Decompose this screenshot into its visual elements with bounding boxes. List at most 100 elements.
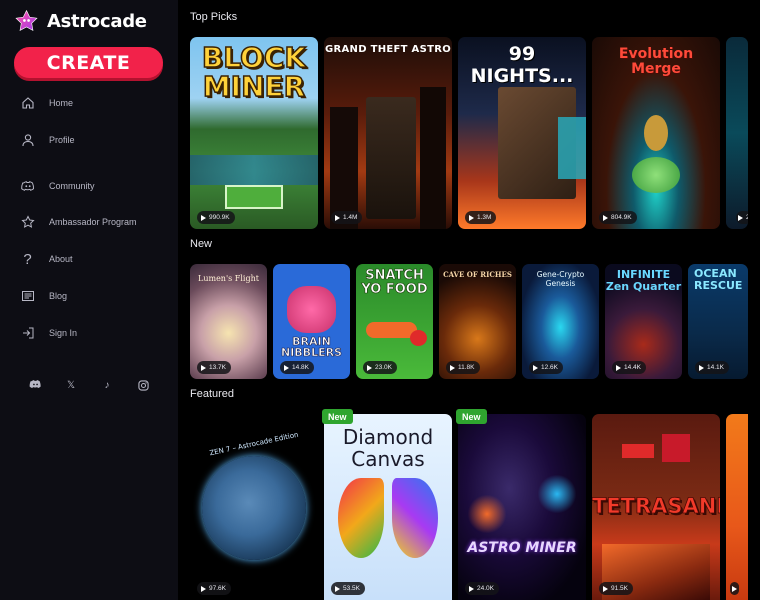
brand-name: Astrocade (47, 11, 147, 32)
play-icon (533, 364, 538, 371)
game-card-99-nights[interactable]: 99 NIGHTS... 1.3M (458, 37, 586, 229)
game-card-block-miner[interactable]: BLOCK MINER 990.9K (190, 37, 318, 229)
create-button[interactable]: CREATE (14, 47, 163, 78)
play-count: 1.4M (343, 214, 358, 221)
brain-art (287, 286, 336, 333)
game-card-infinite-zen-quarter[interactable]: INFINITE Zen Quarter 14.4K (605, 264, 682, 379)
play-count-badge: 53.5K (331, 582, 365, 595)
nav-home-label: Home (49, 98, 74, 108)
game-title: Gene-Crypto Genesis (536, 270, 585, 288)
game-thumbnail (726, 37, 748, 229)
game-card-diamond-canvas[interactable]: Diamond Canvas 53.5K (324, 414, 452, 600)
play-count-badge: 23.0K (363, 361, 397, 374)
play-count: 12.6K (541, 364, 558, 371)
game-title: SNATCH YO FOOD (361, 268, 428, 297)
nav-sign-in-label: Sign In (49, 328, 78, 338)
game-title: Lumen's Flight (198, 274, 259, 283)
play-icon (335, 214, 340, 221)
game-card-grand-theft-astro[interactable]: GRAND THEFT ASTRO 1.4M (324, 37, 452, 229)
nav-profile[interactable]: Profile (20, 131, 75, 149)
play-count: 804.9K (611, 214, 632, 221)
nav-blog[interactable]: Blog (20, 287, 67, 305)
butterfly-wing-art (338, 478, 384, 558)
tetromino-art (662, 434, 690, 462)
play-count-badge: 11.8K (446, 361, 480, 374)
game-card-lumens-flight[interactable]: Lumen's Flight 13.7K (190, 264, 267, 379)
play-icon (201, 585, 206, 592)
sign-in-icon (20, 326, 35, 341)
creature-art (632, 157, 680, 193)
nav-about[interactable]: ? About (20, 250, 72, 268)
play-count-badge: 2 (736, 211, 748, 224)
discord-icon (20, 179, 35, 194)
play-icon (732, 585, 737, 592)
section-title-new: New (190, 238, 213, 250)
play-count: 13.7K (209, 364, 226, 371)
play-icon (201, 364, 206, 371)
game-title: INFINITE Zen Quarter (605, 268, 682, 293)
game-card-cave-of-riches[interactable]: CAVE OF RICHES 11.8K (439, 264, 516, 379)
creature-art (644, 115, 668, 151)
play-count-badge: 1.3M (465, 211, 497, 224)
character-shirt-art (558, 117, 586, 179)
game-card-partial[interactable] (726, 414, 748, 600)
nav-ambassador[interactable]: Ambassador Program (20, 213, 137, 231)
game-title: BLOCK MINER (201, 41, 307, 103)
nav-home[interactable]: Home (20, 94, 73, 112)
tiktok-icon[interactable]: ♪ (100, 378, 114, 392)
play-count: 91.5K (611, 585, 628, 592)
section-title-top-picks: Top Picks (190, 11, 238, 23)
game-card-ocean-rescue[interactable]: OCEAN RESCUE 14.1K (688, 264, 748, 379)
play-icon (616, 364, 621, 371)
play-count: 14.1K (707, 364, 724, 371)
profile-icon (20, 133, 35, 148)
game-title: BRAIN NIBBLERS (281, 335, 343, 359)
new-badge: New (456, 409, 487, 424)
astrocade-logo-icon (15, 9, 38, 32)
nav-community[interactable]: Community (20, 177, 95, 195)
instagram-icon[interactable] (136, 378, 150, 392)
section-title-featured: Featured (190, 388, 235, 400)
play-icon (603, 214, 608, 221)
game-title: GRAND THEFT ASTRO (324, 44, 452, 55)
discord-icon[interactable] (28, 378, 42, 392)
play-icon (284, 364, 289, 371)
play-icon (738, 214, 743, 221)
play-count: 11.8K (458, 364, 475, 371)
game-thumbnail (726, 414, 748, 600)
game-card-partial[interactable]: 2 (726, 37, 748, 229)
play-count-badge: 91.5K (599, 582, 633, 595)
nav-profile-label: Profile (49, 135, 75, 145)
orb-art (202, 456, 306, 560)
play-count: 14.4K (624, 364, 641, 371)
play-count-badge: 14.8K (280, 361, 314, 374)
nav-community-label: Community (49, 181, 95, 191)
nebula-art (468, 494, 506, 534)
building-art (420, 87, 446, 229)
play-count-badge: 1.4M (331, 211, 363, 224)
nav-ambassador-label: Ambassador Program (49, 217, 137, 227)
newspaper-icon (20, 289, 35, 304)
game-card-tetrasand[interactable]: TETRASAND 91.5K (592, 414, 720, 600)
game-card-gene-crypto-genesis[interactable]: Gene-Crypto Genesis 12.6K (522, 264, 599, 379)
x-icon[interactable]: 𝕏 (64, 378, 78, 392)
game-title: Evolution Merge (618, 46, 694, 77)
river-art (190, 155, 318, 185)
game-card-astro-miner[interactable]: ASTRO MINER 24.0K (458, 414, 586, 600)
game-card-brain-nibblers[interactable]: BRAIN NIBBLERS 14.8K (273, 264, 350, 379)
nav-sign-in[interactable]: Sign In (20, 324, 77, 342)
brand[interactable]: Astrocade (14, 9, 147, 34)
play-count: 990.9K (209, 214, 230, 221)
play-icon (450, 364, 455, 371)
play-count-badge (730, 582, 739, 595)
play-count: 53.5K (343, 585, 360, 592)
sidebar: Astrocade CREATE Home Profile Community … (0, 0, 178, 600)
game-card-snatch-yo-food[interactable]: SNATCH YO FOOD 23.0K (356, 264, 433, 379)
new-badge: New (322, 409, 353, 424)
play-count-badge: 13.7K (197, 361, 231, 374)
play-icon (367, 364, 372, 371)
game-card-evolution-merge[interactable]: Evolution Merge 804.9K (592, 37, 720, 229)
play-icon (603, 585, 608, 592)
star-icon (20, 215, 35, 230)
game-card-zen-7[interactable]: ZEN 7 – Astrocade Edition 97.6K (190, 414, 318, 600)
